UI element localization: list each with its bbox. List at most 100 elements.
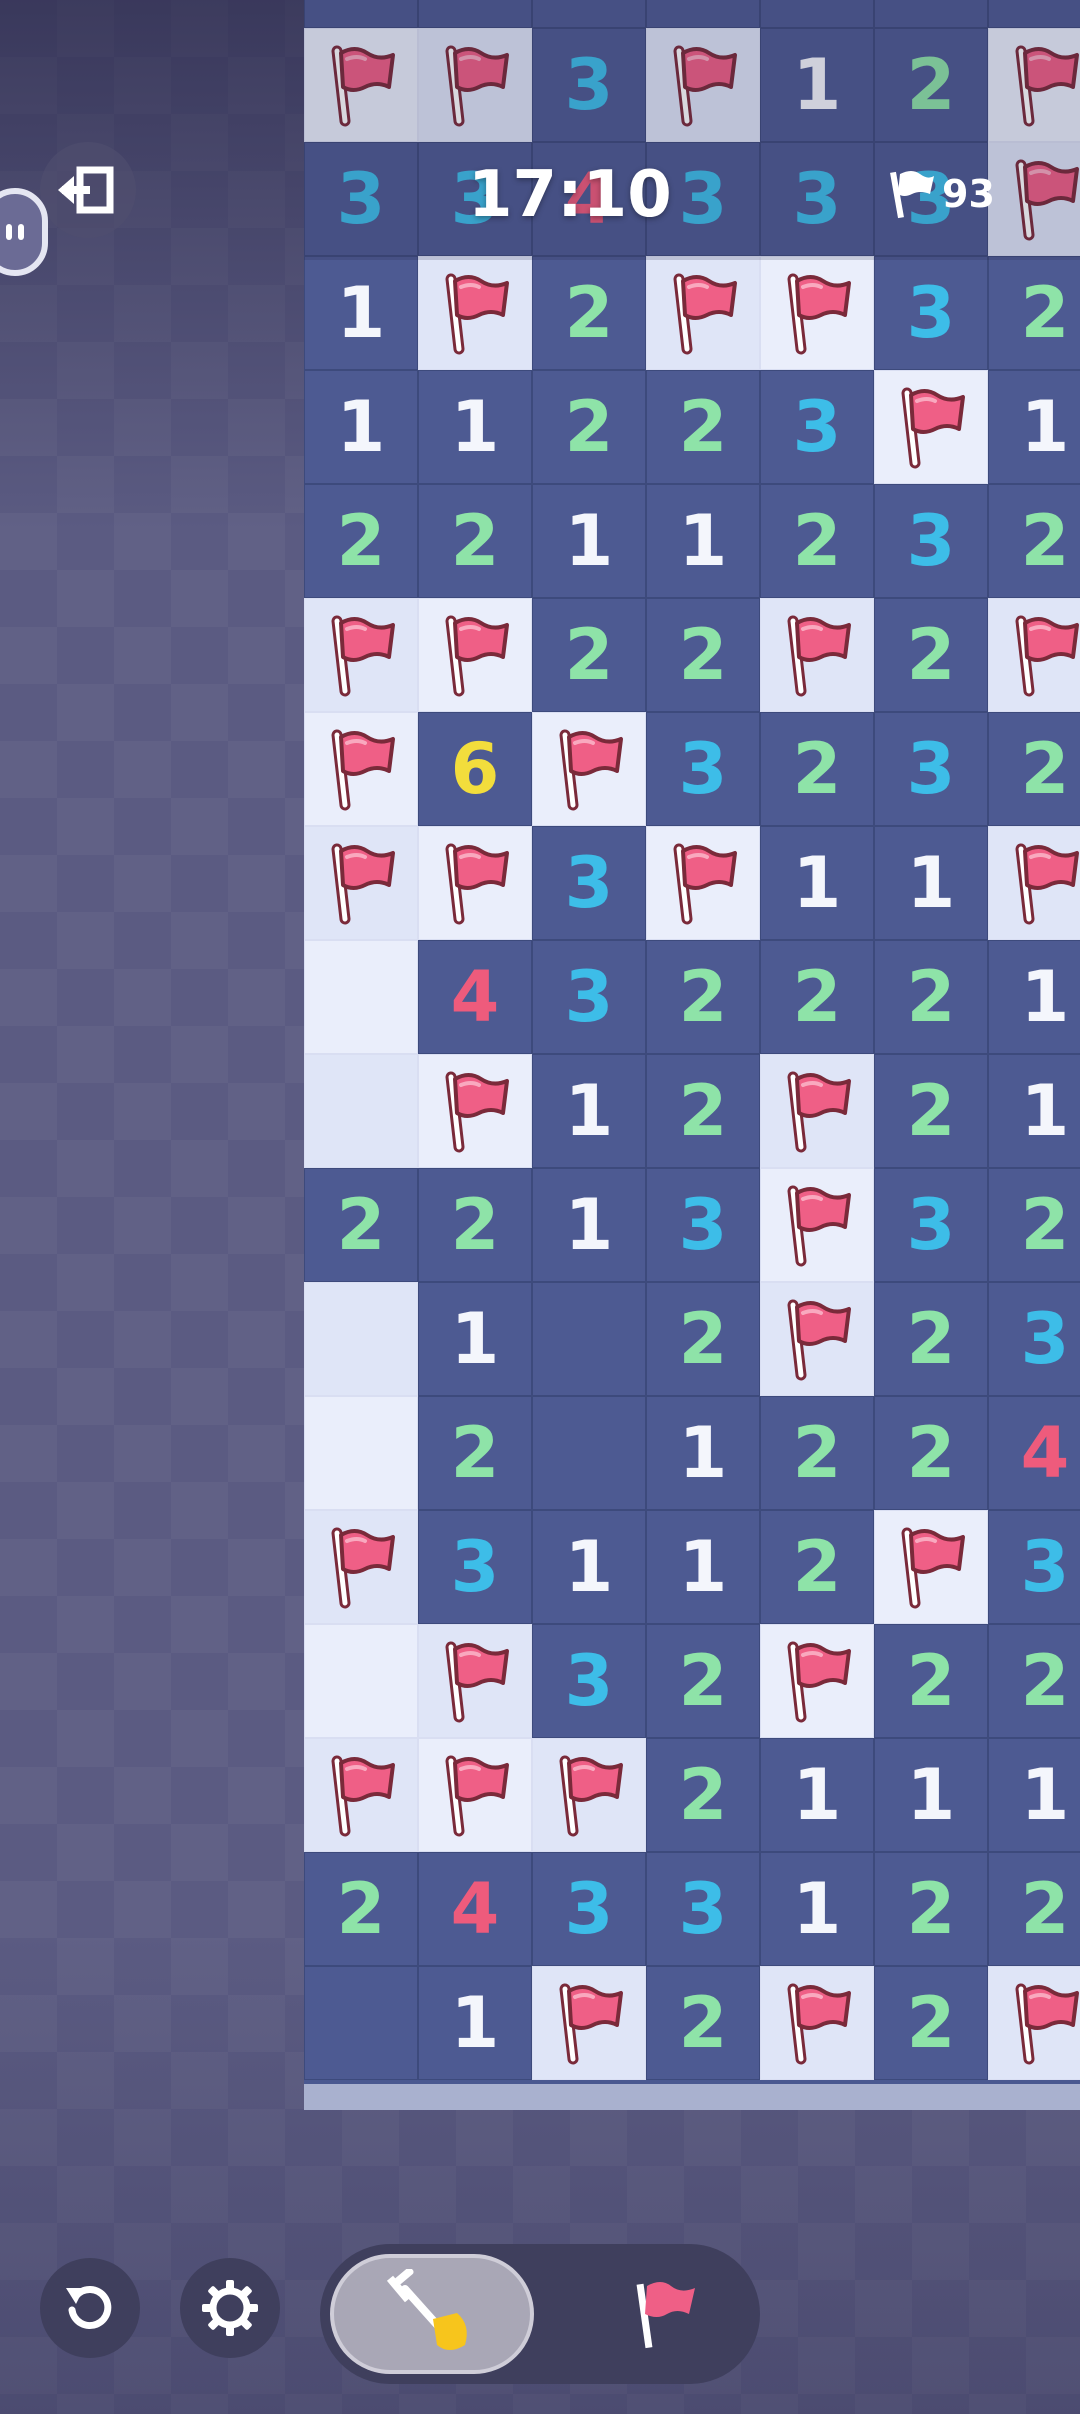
minefield-cell-hidden[interactable] (760, 0, 874, 28)
minefield-cell-number[interactable]: 1 (532, 1168, 646, 1282)
minefield-cell-empty[interactable] (304, 1396, 418, 1510)
minefield-cell-number[interactable]: 1 (874, 826, 988, 940)
minefield-cell-number[interactable]: 2 (304, 1168, 418, 1282)
minefield-cell-flagged[interactable] (418, 28, 532, 142)
minefield-cell-hidden[interactable] (874, 0, 988, 28)
minefield-cell-number[interactable]: 2 (988, 712, 1080, 826)
minefield-cell-number[interactable]: 2 (418, 1168, 532, 1282)
minefield-cell-number[interactable]: 3 (874, 256, 988, 370)
minefield-cell-number[interactable]: 2 (874, 940, 988, 1054)
minefield-cell-number[interactable]: 1 (874, 1738, 988, 1852)
minefield-cell-number[interactable]: 3 (646, 712, 760, 826)
minefield-cell-flagged[interactable] (646, 256, 760, 370)
minefield-cell-flagged[interactable] (532, 712, 646, 826)
minefield-cell-number[interactable]: 2 (760, 484, 874, 598)
minefield-cell-number[interactable]: 2 (418, 484, 532, 598)
minefield-cell-flagged[interactable] (304, 1510, 418, 1624)
minefield-cell-number[interactable]: 3 (646, 1852, 760, 1966)
minefield-cell-flagged[interactable] (988, 598, 1080, 712)
minefield-cell-flagged[interactable] (760, 1624, 874, 1738)
minefield-cell-number[interactable]: 2 (646, 598, 760, 712)
minefield-cell-flagged[interactable] (760, 256, 874, 370)
restart-button[interactable] (40, 2258, 140, 2358)
minefield-cell-empty[interactable] (304, 1624, 418, 1738)
minefield-cell-number[interactable]: 2 (988, 484, 1080, 598)
minefield-cell-flagged[interactable] (304, 598, 418, 712)
minefield-cell-number[interactable]: 2 (874, 1282, 988, 1396)
minefield-cell-number[interactable]: 1 (532, 1054, 646, 1168)
minefield-cell-number[interactable]: 3 (874, 712, 988, 826)
minefield-cell-number[interactable]: 2 (646, 370, 760, 484)
minefield-cell-number[interactable]: 3 (760, 370, 874, 484)
minefield-cell-number[interactable]: 2 (646, 1282, 760, 1396)
minefield-cell-number[interactable]: 2 (988, 1624, 1080, 1738)
minefield-cell-number[interactable]: 1 (760, 826, 874, 940)
minefield-cell-number[interactable]: 2 (874, 1966, 988, 2080)
minefield-cell-flagged[interactable] (760, 1168, 874, 1282)
minefield-cell-flagged[interactable] (988, 28, 1080, 142)
minefield-cell-number[interactable]: 2 (988, 1852, 1080, 1966)
minefield-cell-number[interactable]: 2 (874, 598, 988, 712)
minefield-cell-flagged[interactable] (988, 826, 1080, 940)
minefield-cell-number[interactable]: 1 (760, 28, 874, 142)
minefield-cell-number[interactable]: 4 (418, 1852, 532, 1966)
minefield-cell-number[interactable]: 2 (646, 1966, 760, 2080)
settings-button[interactable] (180, 2258, 280, 2358)
minefield-cell-hidden[interactable] (304, 0, 418, 28)
minefield-cell-number[interactable]: 2 (646, 1738, 760, 1852)
minefield-cell-number[interactable]: 2 (874, 28, 988, 142)
minefield-cell-number[interactable]: 1 (646, 484, 760, 598)
minefield-cell-number[interactable]: 2 (760, 712, 874, 826)
minefield-cell-number[interactable]: 2 (874, 1624, 988, 1738)
minefield-cell-flagged[interactable] (418, 1738, 532, 1852)
minefield-cell-number[interactable]: 3 (988, 1510, 1080, 1624)
minefield-cell-flagged[interactable] (304, 826, 418, 940)
minefield-cell-flagged[interactable] (532, 1738, 646, 1852)
minefield-cell-flagged[interactable] (988, 142, 1080, 256)
minefield-cell-flagged[interactable] (304, 712, 418, 826)
minefield-cell-number[interactable]: 3 (304, 142, 418, 256)
minefield-cell-number[interactable]: 1 (760, 1738, 874, 1852)
minefield-cell-number[interactable]: 2 (532, 256, 646, 370)
minefield-cell-number[interactable]: 2 (988, 1168, 1080, 1282)
minefield-cell-number[interactable]: 1 (418, 1282, 532, 1396)
minefield-cell-flagged[interactable] (874, 1510, 988, 1624)
minefield-cell-flagged[interactable] (760, 598, 874, 712)
minefield-cell-number[interactable]: 2 (304, 1852, 418, 1966)
minefield-cell-number[interactable]: 3 (532, 826, 646, 940)
minefield-cell-number[interactable]: 1 (988, 940, 1080, 1054)
minefield-cell-number[interactable]: 3 (988, 1282, 1080, 1396)
minefield-cell-hidden[interactable] (646, 0, 760, 28)
minefield-cell-flagged[interactable] (418, 598, 532, 712)
minefield-cell-flagged[interactable] (304, 28, 418, 142)
minefield-cell-hidden[interactable] (988, 0, 1080, 28)
minefield-cell-number[interactable]: 2 (418, 1396, 532, 1510)
minefield-cell-flagged[interactable] (760, 1966, 874, 2080)
minefield-cell-flagged[interactable] (646, 28, 760, 142)
minefield-cell-hidden[interactable] (532, 1282, 646, 1396)
minefield-cell-number[interactable]: 2 (646, 1624, 760, 1738)
minefield-cell-number[interactable]: 1 (304, 256, 418, 370)
minefield-cell-hidden[interactable] (532, 1396, 646, 1510)
minefield-cell-number[interactable]: 2 (760, 940, 874, 1054)
minefield-cell-number[interactable]: 4 (988, 1396, 1080, 1510)
minefield-cell-number[interactable]: 3 (874, 484, 988, 598)
minefield-cell-hidden[interactable] (304, 1966, 418, 2080)
minefield-cell-number[interactable]: 2 (988, 256, 1080, 370)
minefield-cell-flagged[interactable] (418, 826, 532, 940)
minefield-cell-number[interactable]: 6 (418, 712, 532, 826)
flag-mode-button[interactable] (586, 2254, 746, 2374)
minefield-cell-number[interactable]: 1 (988, 1738, 1080, 1852)
minefield-cell-number[interactable]: 2 (532, 598, 646, 712)
minefield-cell-empty[interactable] (304, 940, 418, 1054)
minefield-cell-number[interactable]: 2 (874, 1852, 988, 1966)
minefield-cell-number[interactable]: 1 (988, 370, 1080, 484)
minefield-cell-number[interactable]: 1 (418, 370, 532, 484)
minefield-cell-number[interactable]: 1 (532, 484, 646, 598)
minefield-cell-number[interactable]: 3 (418, 1510, 532, 1624)
minefield-cell-number[interactable]: 1 (418, 1966, 532, 2080)
minefield-cell-number[interactable]: 4 (418, 940, 532, 1054)
minefield-cell-flagged[interactable] (304, 1738, 418, 1852)
minefield-cell-number[interactable]: 2 (646, 940, 760, 1054)
minefield-cell-number[interactable]: 3 (532, 940, 646, 1054)
